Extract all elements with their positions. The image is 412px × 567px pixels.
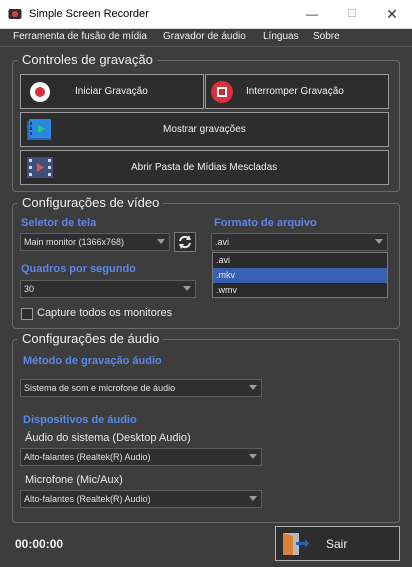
video-settings-title: Configurações de vídeo (18, 195, 164, 210)
chevron-down-icon (249, 385, 257, 390)
video-folder-icon (27, 119, 51, 140)
format-option-wmv[interactable]: .wmv (213, 283, 387, 298)
open-merged-folder-button[interactable]: Abrir Pasta de Mídias Mescladas (20, 150, 389, 185)
exit-label: Sair (326, 536, 348, 551)
menu-languages[interactable]: Línguas (263, 31, 299, 42)
chevron-down-icon (249, 496, 257, 501)
film-strip-icon (27, 157, 53, 178)
format-option-mkv[interactable]: .mkv (213, 268, 387, 283)
audio-devices-label: Dispositivos de áudio (23, 414, 137, 426)
start-recording-label: Iniciar Gravação (75, 86, 148, 97)
microphone-label: Microfone (Mic/Aux) (25, 474, 123, 486)
stop-recording-label: Interromper Gravação (246, 86, 344, 97)
start-recording-button[interactable]: Iniciar Gravação (20, 74, 204, 109)
title-bar: Simple Screen Recorder — ☐ ✕ (0, 0, 412, 29)
capture-all-monitors-checkbox[interactable] (21, 308, 33, 320)
screen-selected-value: Main monitor (1366x768) (24, 237, 125, 247)
chevron-down-icon (157, 239, 165, 244)
screen-selector-dropdown[interactable]: Main monitor (1366x768) (20, 233, 170, 251)
recording-controls-title: Controles de gravação (18, 52, 157, 67)
show-recordings-label: Mostrar gravações (163, 124, 246, 135)
screen-selector-label: Seletor de tela (21, 217, 97, 229)
stop-recording-button[interactable]: Interromper Gravação (205, 74, 389, 109)
file-format-dropdown[interactable]: .avi (211, 233, 388, 251)
exit-button[interactable]: Sair (275, 526, 400, 561)
refresh-screens-button[interactable] (174, 232, 196, 252)
close-button[interactable]: ✕ (379, 4, 405, 24)
capture-all-monitors-label: Capture todos os monitores (37, 307, 173, 319)
file-format-label: Formato de arquivo (214, 217, 317, 229)
open-merged-folder-label: Abrir Pasta de Mídias Mescladas (131, 162, 278, 173)
microphone-selected-value: Alto-falantes (Realtek(R) Audio) (24, 494, 151, 504)
audio-method-selected-value: Sistema de som e microfone de áudio (24, 383, 176, 393)
system-audio-dropdown[interactable]: Alto-falantes (Realtek(R) Audio) (20, 448, 262, 466)
fps-label: Quadros por segundo (21, 263, 136, 275)
system-audio-selected-value: Alto-falantes (Realtek(R) Audio) (24, 452, 151, 462)
audio-method-dropdown[interactable]: Sistema de som e microfone de áudio (20, 379, 262, 397)
microphone-dropdown[interactable]: Alto-falantes (Realtek(R) Audio) (20, 490, 262, 508)
menu-about[interactable]: Sobre (313, 31, 340, 42)
fps-selected-value: 30 (24, 284, 35, 294)
stop-icon (211, 81, 233, 103)
menu-bar: Ferramenta de fusão de mídia Gravador de… (0, 29, 412, 47)
menu-audio-recorder[interactable]: Gravador de áudio (163, 31, 246, 42)
recording-timer: 00:00:00 (15, 537, 64, 551)
window-title: Simple Screen Recorder (29, 8, 149, 20)
refresh-icon (179, 235, 191, 249)
chevron-down-icon (183, 286, 191, 291)
chevron-down-icon (375, 239, 383, 244)
record-icon (30, 82, 50, 102)
show-recordings-button[interactable]: Mostrar gravações (20, 112, 389, 147)
maximize-button[interactable]: ☐ (339, 4, 365, 24)
file-format-options-list: .avi .mkv .wmv (212, 252, 388, 298)
menu-media-merge[interactable]: Ferramenta de fusão de mídia (13, 31, 147, 42)
minimize-button[interactable]: — (299, 4, 325, 24)
format-option-avi[interactable]: .avi (213, 253, 387, 268)
door-exit-icon (283, 533, 309, 555)
app-icon (8, 9, 22, 19)
file-format-selected-value: .avi (215, 237, 230, 247)
fps-dropdown[interactable]: 30 (20, 280, 196, 298)
system-audio-label: Áudio do sistema (Desktop Audio) (25, 432, 191, 444)
chevron-down-icon (249, 454, 257, 459)
audio-method-label: Método de gravação áudio (23, 355, 162, 367)
audio-settings-title: Configurações de áudio (18, 331, 164, 346)
